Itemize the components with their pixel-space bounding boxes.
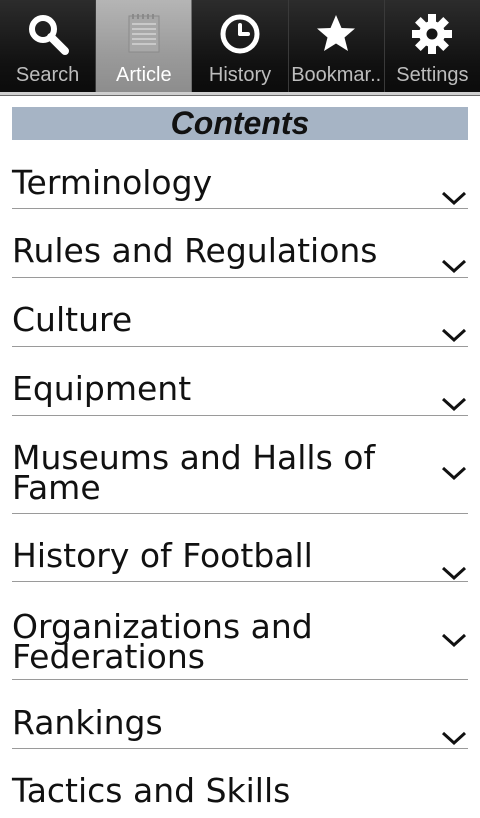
contents-title: Contents — [12, 107, 468, 140]
chevron-down-icon — [441, 633, 467, 648]
contents-item-label: Rules and Regulations — [12, 231, 378, 270]
tab-settings-label: Settings — [396, 64, 469, 86]
contents-item-museums[interactable]: Museums and Halls of Fame — [12, 416, 468, 514]
contents-item-label: Tactics and Skills — [12, 771, 291, 810]
chevron-down-icon — [441, 259, 467, 274]
tab-article-label: Article — [116, 64, 172, 86]
contents-item-label: Museums and Halls of Fame — [12, 438, 376, 507]
contents-list: Terminology Rules and Regulations Cultur… — [12, 142, 468, 818]
contents-item-organizations[interactable]: Organizations and Federations — [12, 582, 468, 680]
tab-bookmarks[interactable]: Bookmar.. — [288, 0, 385, 92]
notepad-icon — [122, 12, 166, 56]
clock-icon — [218, 12, 262, 56]
contents-item-culture[interactable]: Culture — [12, 278, 468, 347]
contents-item-history[interactable]: History of Football — [12, 514, 468, 582]
tab-search[interactable]: Search — [0, 0, 97, 92]
tab-bookmarks-label: Bookmar.. — [291, 64, 382, 86]
contents-item-label: Equipment — [12, 369, 192, 408]
contents-item-rules[interactable]: Rules and Regulations — [12, 209, 468, 278]
contents-item-terminology[interactable]: Terminology — [12, 142, 468, 209]
tab-search-label: Search — [15, 64, 80, 86]
gear-icon — [410, 12, 454, 56]
chevron-down-icon — [441, 566, 467, 581]
contents-item-equipment[interactable]: Equipment — [12, 347, 468, 416]
chevron-down-icon — [441, 397, 467, 412]
tab-history[interactable]: History — [192, 0, 289, 92]
contents-item-tactics[interactable]: Tactics and Skills — [12, 749, 468, 818]
contents-item-rankings[interactable]: Rankings — [12, 680, 468, 749]
contents-item-label: Organizations and Federations — [12, 607, 313, 676]
contents-item-label: Terminology — [12, 163, 213, 202]
contents-item-label: History of Football — [12, 536, 313, 575]
chevron-down-icon — [441, 328, 467, 343]
contents-item-label: Culture — [12, 300, 133, 339]
tab-bar: Search Article History Bookmar.. Setting… — [0, 0, 480, 96]
star-icon — [314, 12, 358, 56]
chevron-down-icon — [441, 466, 467, 481]
tab-history-label: History — [208, 64, 272, 86]
chevron-down-icon — [441, 731, 467, 746]
tab-bar-divider-shadow — [0, 95, 480, 96]
search-icon — [26, 12, 70, 56]
chevron-down-icon — [441, 191, 467, 206]
tab-settings[interactable]: Settings — [384, 0, 480, 92]
tab-article[interactable]: Article — [96, 0, 193, 92]
contents-item-label: Rankings — [12, 703, 163, 742]
